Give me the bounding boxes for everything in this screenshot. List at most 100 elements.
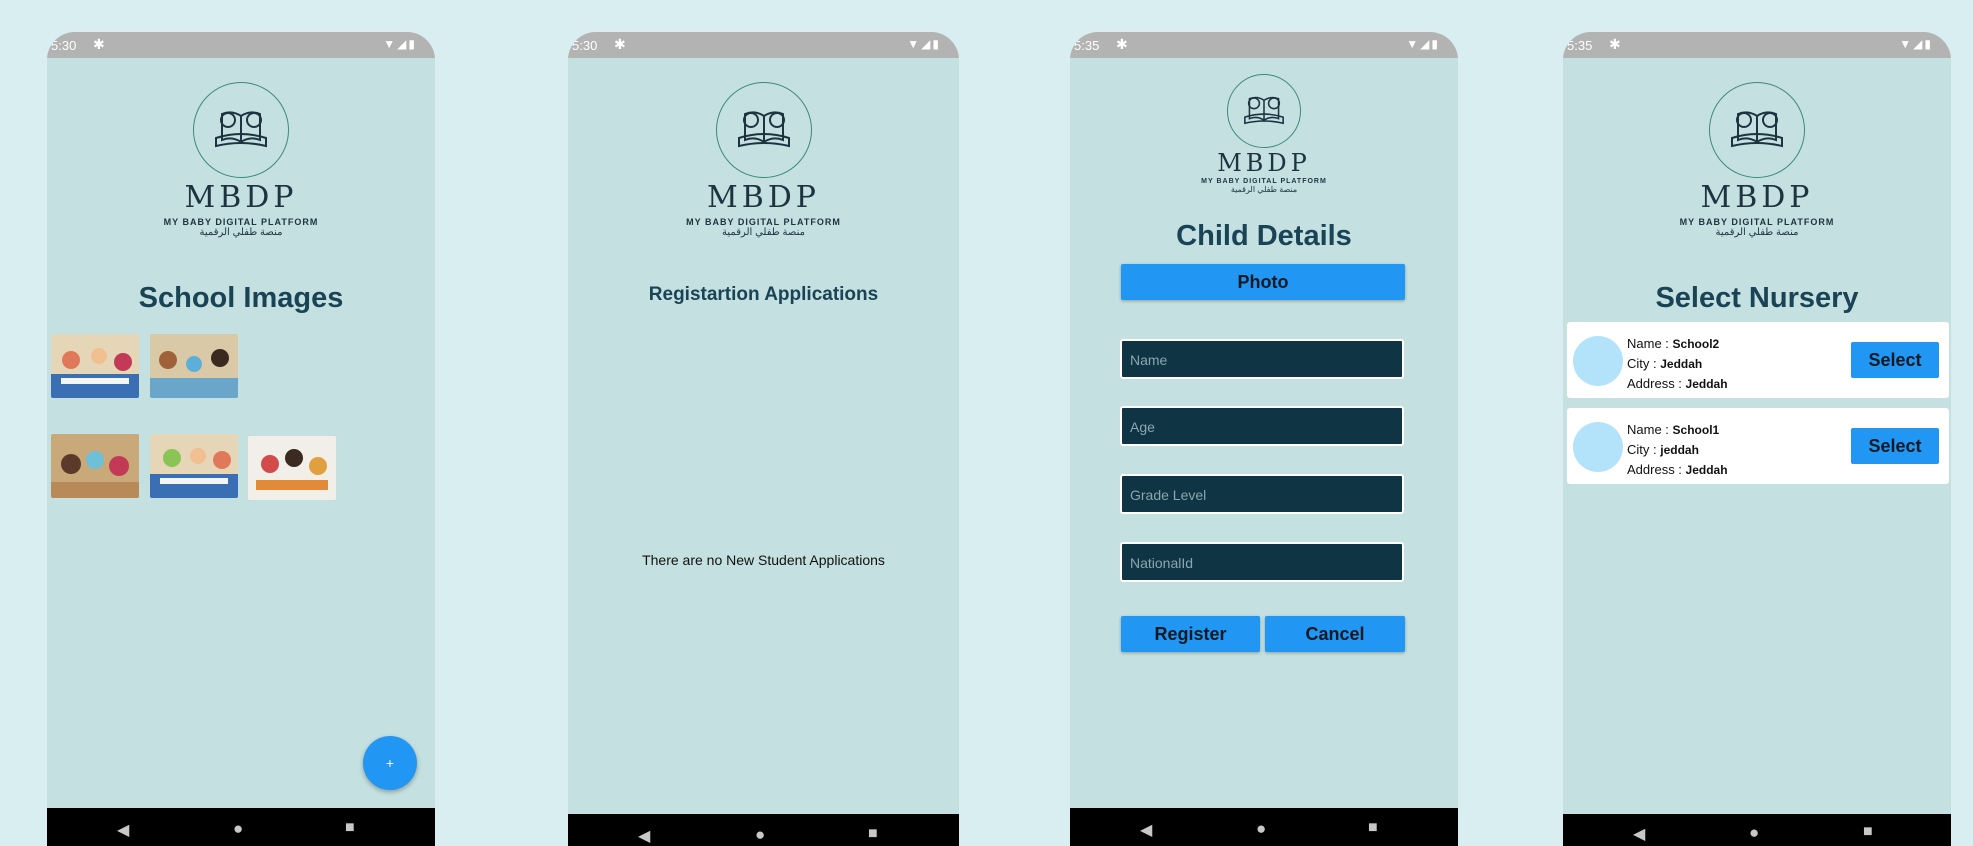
- grade-level-field[interactable]: Grade Level: [1120, 474, 1404, 514]
- nursery-city: Jeddah: [1660, 357, 1703, 371]
- avatar: [1573, 336, 1623, 386]
- status-bar: 5:35 ✱ ▼◢▮: [1070, 32, 1458, 58]
- status-time: 5:30: [572, 38, 598, 53]
- recents-icon[interactable]: ■: [1368, 819, 1378, 837]
- signal-icon: ◢: [1913, 37, 1925, 51]
- home-icon[interactable]: ●: [1256, 819, 1266, 839]
- app-logo: MBDP MY BABY DIGITAL PLATFORM منصة طفلي …: [47, 82, 435, 238]
- logo-title: MBDP: [1217, 149, 1311, 177]
- status-time: 5:35: [1567, 38, 1593, 53]
- back-icon[interactable]: ◀: [1633, 824, 1645, 844]
- logo-title: MBDP: [184, 180, 298, 215]
- school-image[interactable]: [51, 334, 139, 398]
- battery-icon: ▮: [1431, 37, 1440, 51]
- empty-state-message: There are no New Student Applications: [642, 552, 885, 568]
- city-label: City :: [1627, 356, 1657, 371]
- status-bar: 5:35 ✱ ▼◢▮: [1563, 32, 1951, 58]
- recents-icon[interactable]: ■: [868, 825, 878, 843]
- nursery-card[interactable]: Name : School2 City : Jeddah Address : J…: [1567, 322, 1949, 398]
- logo-subtitle: MY BABY DIGITAL PLATFORM: [163, 217, 319, 227]
- nursery-details: Name : School1 City : jeddah Address : J…: [1627, 420, 1728, 480]
- logo-subtitle: MY BABY DIGITAL PLATFORM: [686, 217, 841, 227]
- nursery-address: Jeddah: [1685, 463, 1728, 477]
- app-logo: MBDP MY BABY DIGITAL PLATFORM منصة طفلي …: [1070, 74, 1458, 194]
- nursery-card[interactable]: Name : School1 City : jeddah Address : J…: [1567, 408, 1949, 484]
- status-bar: 5:30 ✱ ▼◢▮: [568, 32, 959, 58]
- gear-icon: ✱: [1116, 36, 1128, 52]
- logo-emblem-icon: [715, 82, 812, 178]
- app-logo: MBDP MY BABY DIGITAL PLATFORM منصة طفلي …: [568, 82, 959, 238]
- city-label: City :: [1627, 442, 1657, 457]
- logo-arabic: منصة طفلي الرقمية: [722, 227, 805, 238]
- select-button[interactable]: Select: [1851, 342, 1939, 378]
- logo-title: MBDP: [1700, 180, 1814, 215]
- name-label: Name :: [1627, 336, 1669, 351]
- status-time: 5:35: [1074, 38, 1100, 53]
- logo-emblem-icon: [1709, 82, 1805, 178]
- address-label: Address :: [1627, 462, 1682, 477]
- navigation-bar: ◀ ● ■: [47, 808, 435, 846]
- signal-icon: ◢: [397, 37, 409, 51]
- wifi-icon: ▼: [1406, 37, 1421, 51]
- back-icon[interactable]: ◀: [638, 826, 650, 846]
- logo-subtitle: MY BABY DIGITAL PLATFORM: [1201, 178, 1327, 185]
- back-icon[interactable]: ◀: [1140, 820, 1152, 840]
- name-label: Name :: [1627, 422, 1669, 437]
- school-image[interactable]: [150, 434, 238, 498]
- school-image[interactable]: [248, 436, 336, 500]
- phone-registration-applications: 5:30 ✱ ▼◢▮ MBDP MY BABY DIGITAL PLATFORM…: [568, 32, 959, 846]
- select-button[interactable]: Select: [1851, 428, 1939, 464]
- photo-button[interactable]: Photo: [1121, 264, 1405, 300]
- battery-icon: ▮: [1924, 37, 1933, 51]
- logo-title: MBDP: [706, 180, 820, 215]
- nursery-address: Jeddah: [1685, 377, 1728, 391]
- logo-arabic: منصة طفلي الرقمية: [1715, 227, 1799, 238]
- logo-emblem-icon: [193, 82, 289, 178]
- battery-icon: ▮: [932, 37, 941, 51]
- wifi-icon: ▼: [907, 37, 922, 51]
- home-icon[interactable]: ●: [1749, 823, 1759, 843]
- address-label: Address :: [1627, 376, 1682, 391]
- add-image-button[interactable]: +: [363, 736, 417, 790]
- gear-icon: ✱: [93, 36, 105, 52]
- logo-emblem-icon: [1227, 74, 1301, 148]
- recents-icon[interactable]: ■: [1863, 823, 1873, 841]
- page-title: School Images: [138, 282, 344, 314]
- logo-subtitle: MY BABY DIGITAL PLATFORM: [1679, 217, 1835, 227]
- gear-icon: ✱: [1609, 36, 1621, 52]
- home-icon[interactable]: ●: [755, 825, 765, 845]
- nursery-city: jeddah: [1660, 443, 1699, 457]
- signal-icon: ◢: [921, 37, 933, 51]
- phone-child-details: 5:35 ✱ ▼◢▮ MBDP MY BABY DIGITAL PLATFORM…: [1070, 32, 1458, 846]
- recents-icon[interactable]: ■: [345, 819, 355, 837]
- avatar: [1573, 422, 1623, 472]
- status-icons: ▼◢▮: [907, 37, 941, 51]
- page-title: Select Nursery: [1655, 282, 1859, 314]
- phone-school-images: 5:30 ✱ ▼◢▮ MBDP MY BABY DIGITAL PLATFORM…: [47, 32, 435, 846]
- school-image[interactable]: [150, 334, 238, 398]
- nursery-details: Name : School2 City : Jeddah Address : J…: [1627, 334, 1728, 394]
- register-button[interactable]: Register: [1121, 616, 1260, 652]
- wifi-icon: ▼: [1899, 37, 1914, 51]
- navigation-bar: ◀ ● ■: [1563, 814, 1951, 846]
- app-logo: MBDP MY BABY DIGITAL PLATFORM منصة طفلي …: [1563, 82, 1951, 238]
- cancel-button[interactable]: Cancel: [1265, 616, 1405, 652]
- logo-arabic: منصة طفلي الرقمية: [199, 227, 283, 238]
- age-field[interactable]: Age: [1120, 406, 1404, 446]
- wifi-icon: ▼: [383, 37, 398, 51]
- page-title: Child Details: [1176, 220, 1352, 252]
- navigation-bar: ◀ ● ■: [1070, 808, 1458, 846]
- school-image[interactable]: [51, 434, 139, 498]
- back-icon[interactable]: ◀: [117, 820, 129, 840]
- status-time: 5:30: [51, 38, 77, 53]
- status-bar: 5:30 ✱ ▼◢▮: [47, 32, 435, 58]
- name-field[interactable]: Name: [1120, 339, 1404, 379]
- navigation-bar: ◀ ● ■: [568, 814, 959, 846]
- nursery-name: School2: [1672, 337, 1720, 351]
- signal-icon: ◢: [1420, 37, 1432, 51]
- battery-icon: ▮: [408, 37, 417, 51]
- phone-select-nursery: 5:35 ✱ ▼◢▮ MBDP MY BABY DIGITAL PLATFORM…: [1563, 32, 1951, 846]
- gear-icon: ✱: [614, 36, 626, 52]
- national-id-field[interactable]: NationalId: [1120, 542, 1404, 582]
- home-icon[interactable]: ●: [233, 819, 243, 839]
